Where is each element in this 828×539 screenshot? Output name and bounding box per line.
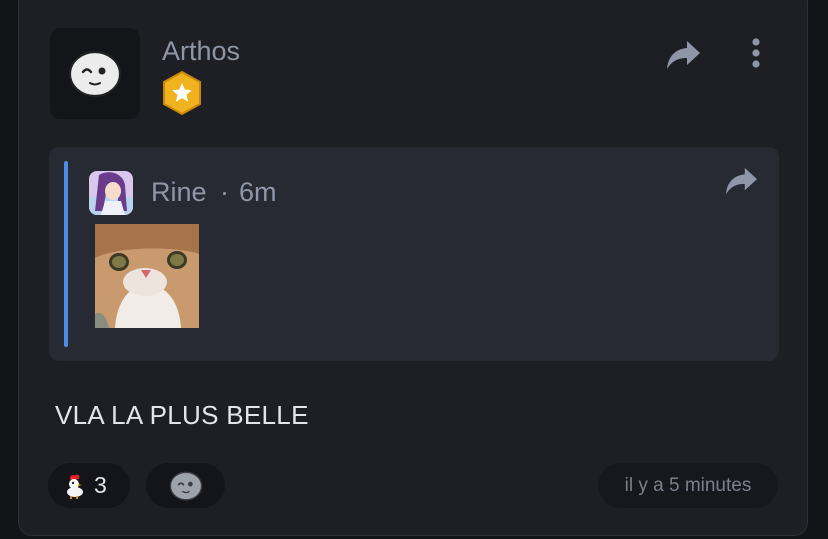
reaction-chicken[interactable]: 3 bbox=[48, 463, 130, 508]
add-reaction-button[interactable] bbox=[146, 463, 225, 508]
anime-avatar-icon bbox=[89, 171, 133, 215]
reaction-count: 3 bbox=[94, 472, 107, 498]
cat-photo[interactable] bbox=[95, 224, 199, 328]
author-avatar[interactable] bbox=[50, 28, 140, 119]
chicken-emoji-icon bbox=[67, 474, 83, 499]
quote-accent-bar bbox=[64, 161, 68, 347]
star-badge-icon bbox=[163, 70, 201, 116]
quoted-message[interactable]: Rine · 6m bbox=[49, 147, 779, 361]
forward-arrow-icon[interactable] bbox=[664, 38, 702, 72]
more-vertical-icon[interactable] bbox=[744, 36, 768, 72]
smiley-face-icon bbox=[68, 50, 122, 97]
quoted-author-avatar[interactable] bbox=[89, 171, 133, 215]
message-timestamp: il y a 5 minutes bbox=[598, 463, 778, 508]
cat-image bbox=[95, 224, 199, 328]
author-name[interactable]: Arthos bbox=[162, 36, 240, 67]
quoted-author-name[interactable]: Rine bbox=[151, 177, 207, 208]
message-text: VLA LA PLUS BELLE bbox=[55, 400, 309, 430]
quoted-time: 6m bbox=[239, 177, 277, 207]
add-reaction-icon bbox=[169, 471, 202, 500]
separator-dot: · bbox=[220, 177, 229, 207]
quoted-forward-arrow-icon[interactable] bbox=[723, 165, 759, 197]
